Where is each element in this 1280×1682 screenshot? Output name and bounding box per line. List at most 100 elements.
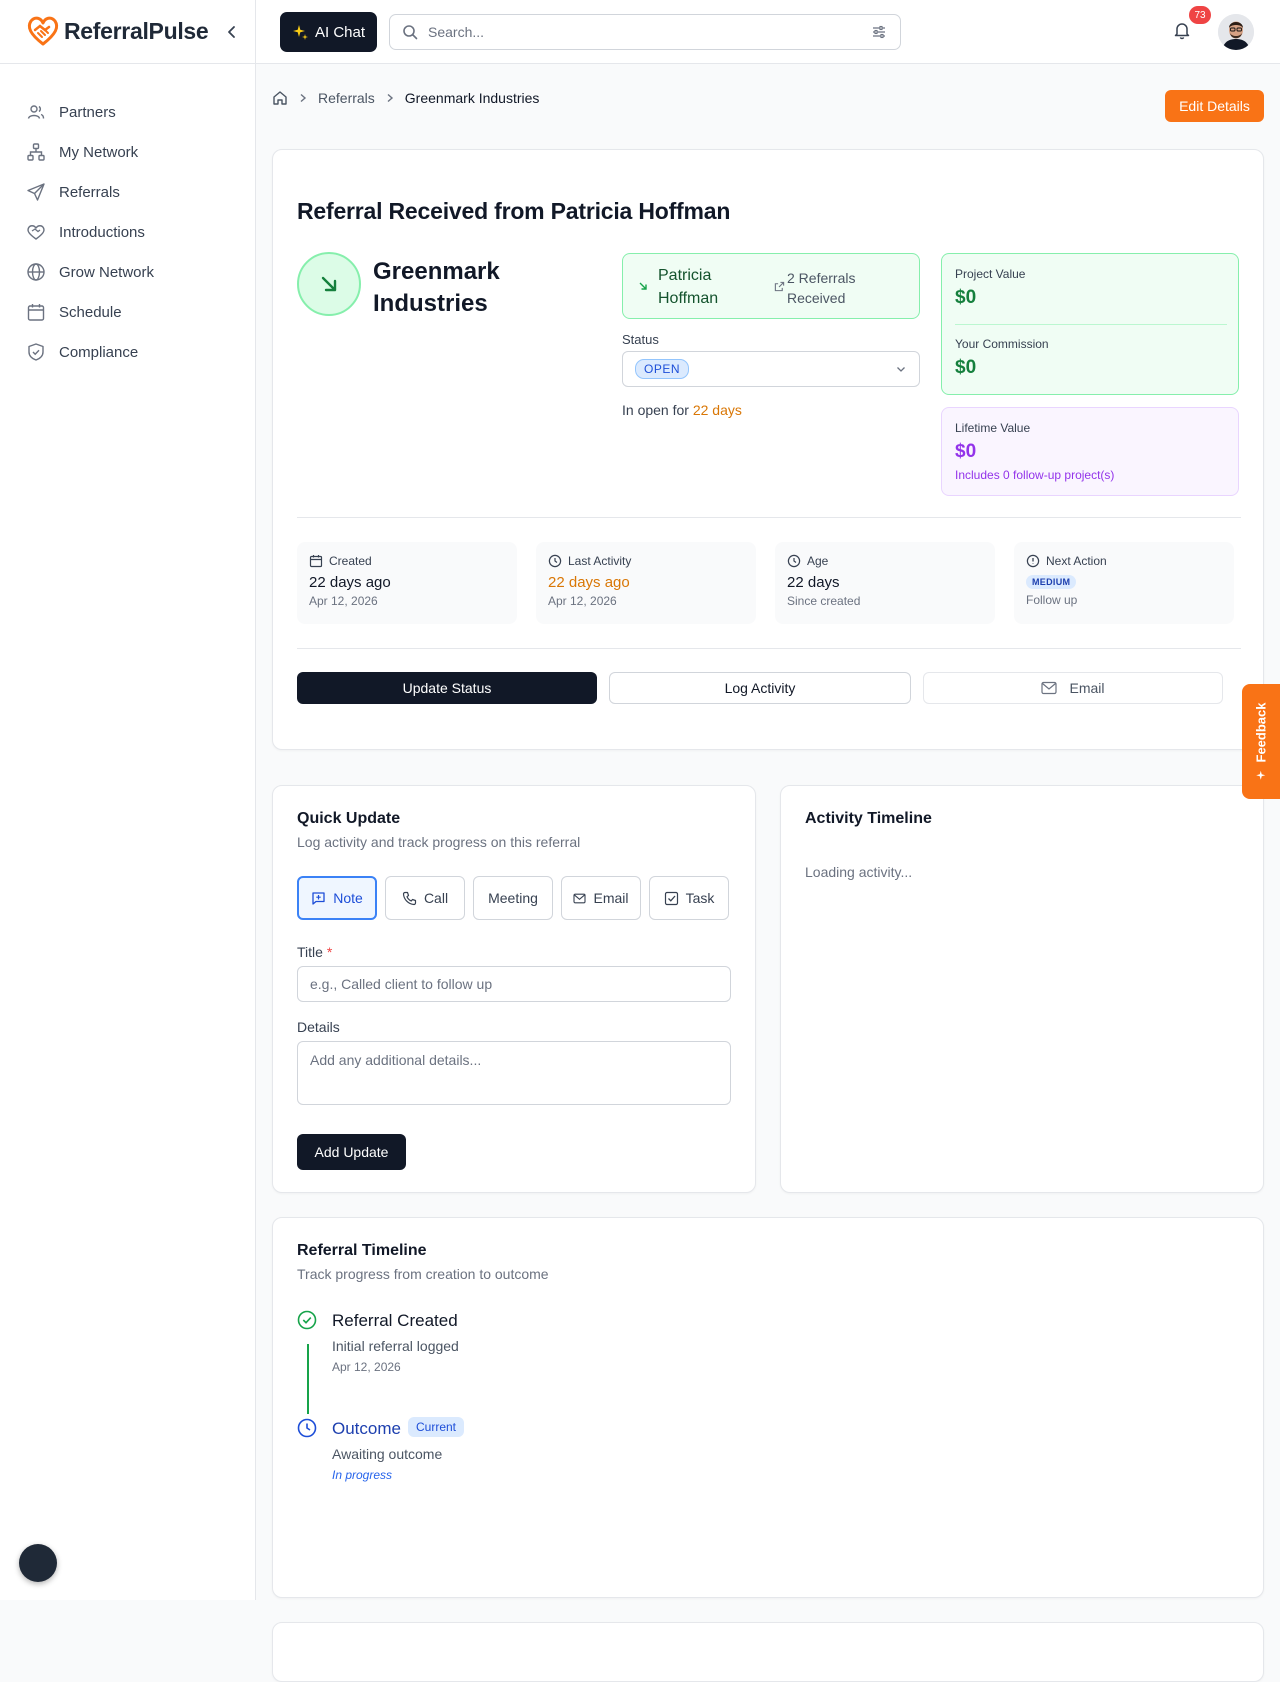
activity-timeline-card: Activity Timeline Loading activity... [780,785,1264,1193]
sidebar-item-label: Referrals [59,183,120,201]
stat-label: Next Action [1046,554,1107,568]
required-marker: * [326,944,333,960]
title-input[interactable] [297,966,731,1002]
user-photo-icon [1218,14,1254,50]
activity-timeline-title: Activity Timeline [805,810,932,827]
sidebar-item-label: Partners [59,103,116,121]
partner-name[interactable]: Patricia Hoffman [658,264,758,310]
project-value: $0 [955,287,977,308]
status-select[interactable]: OPEN [622,351,920,387]
stat-sub: Follow up [1026,593,1078,607]
ai-chat-label: AI Chat [314,23,366,41]
app-name: ReferralPulse [64,17,209,44]
timeline-connector [307,1344,309,1414]
value-card: Project Value $0 Your Commission $0 [941,253,1239,395]
sidebar-item-label: Schedule [59,303,122,321]
collapse-sidebar-button[interactable] [222,20,242,44]
referral-summary-card: Referral Received from Patricia Hoffman … [272,149,1264,750]
ai-chat-button[interactable]: AI Chat [280,12,377,52]
external-link-icon [774,281,785,292]
sidebar-item-compliance[interactable]: Compliance [26,332,154,372]
chevron-down-icon [897,367,905,372]
type-task-button[interactable]: Task [649,876,729,920]
mail-icon [573,893,587,903]
notifications-button[interactable] [1172,20,1196,44]
referral-timeline-subtitle: Track progress from creation to outcome [297,1266,549,1282]
user-avatar[interactable] [1218,14,1254,50]
sidebar-item-introductions[interactable]: Introductions [26,212,154,252]
type-note-button[interactable]: Note [297,876,377,920]
sidebar-item-referrals[interactable]: Referrals [26,172,154,212]
divider [297,517,1241,518]
next-card [272,1622,1264,1682]
timeline-step-title: Referral Created [332,1311,458,1330]
notification-badge: 73 [1189,6,1211,24]
lifetime-note: Includes 0 follow-up project(s) [955,468,1115,482]
type-label: Task [685,890,715,906]
details-textarea[interactable] [297,1041,731,1105]
shield-icon [28,343,44,361]
sparkles-icon [292,25,308,40]
help-launcher-button[interactable] [19,1544,57,1582]
type-label: Note [333,890,363,906]
current-badge: Current [408,1417,465,1437]
commission-label: Your Commission [955,337,1049,351]
type-email-button[interactable]: Email [561,876,641,920]
breadcrumb-referrals[interactable]: Referrals [318,90,375,106]
edit-details-button[interactable]: Edit Details [1165,90,1264,122]
clock-icon [787,554,801,568]
clock-icon [548,554,562,568]
sidebar-item-grow-network[interactable]: Grow Network [26,252,154,292]
checkbox-icon [664,891,678,905]
stat-value: 22 days ago [309,574,391,591]
home-icon[interactable] [272,90,288,106]
chevron-right-icon [300,93,307,103]
project-value-label: Project Value [955,267,1026,281]
partner-referral-count: 2 Referrals Received [787,270,856,306]
alert-circle-icon [1026,554,1040,568]
message-plus-icon [312,891,325,905]
timeline-step-desc: Initial referral logged [332,1338,459,1354]
feedback-tab[interactable]: Feedback [1242,684,1280,799]
mail-icon [1041,681,1058,695]
sidebar-item-label: Introductions [59,223,145,241]
email-button[interactable]: Email [923,672,1223,704]
log-activity-button[interactable]: Log Activity [609,672,911,704]
open-duration-value: 22 days [692,402,742,418]
stat-sub: Since created [787,594,861,608]
value-divider [955,324,1227,325]
type-label: Meeting [488,890,538,906]
update-status-button[interactable]: Update Status [297,672,597,704]
lifetime-value: $0 [955,441,977,462]
type-label: Email [593,890,629,906]
sidebar-item-partners[interactable]: Partners [26,92,154,132]
sidebar-item-schedule[interactable]: Schedule [26,292,154,332]
handshake-icon [27,225,45,240]
arrow-down-right-icon [321,276,337,292]
sidebar-item-my-network[interactable]: My Network [26,132,154,172]
heart-handshake-icon [27,16,59,46]
stat-label: Created [329,554,372,568]
type-call-button[interactable]: Call [385,876,465,920]
check-circle-icon [297,1310,317,1330]
divider [297,648,1241,649]
feedback-label: Feedback [1253,702,1269,763]
stat-next-action: Next Action MEDIUM Follow up [1014,542,1234,624]
breadcrumb-current: Greenmark Industries [404,90,540,106]
commission-value: $0 [955,357,977,378]
sliders-icon [873,25,885,39]
type-meeting-button[interactable]: Meeting [473,876,553,920]
app-logo[interactable]: ReferralPulse [26,14,209,48]
network-icon [27,143,45,161]
search-input[interactable] [428,17,864,47]
header-divider [255,0,256,64]
stat-sub: Apr 12, 2026 [548,594,617,608]
add-update-button[interactable]: Add Update [297,1134,406,1170]
calendar-icon [27,304,45,321]
sidebar-item-label: My Network [59,143,139,161]
bell-icon [1174,23,1190,40]
search-filter-button[interactable] [864,17,894,47]
partner-card[interactable]: Patricia Hoffman 2 Referrals Received [622,253,920,319]
company-avatar [297,252,361,316]
search-bar [389,14,901,50]
